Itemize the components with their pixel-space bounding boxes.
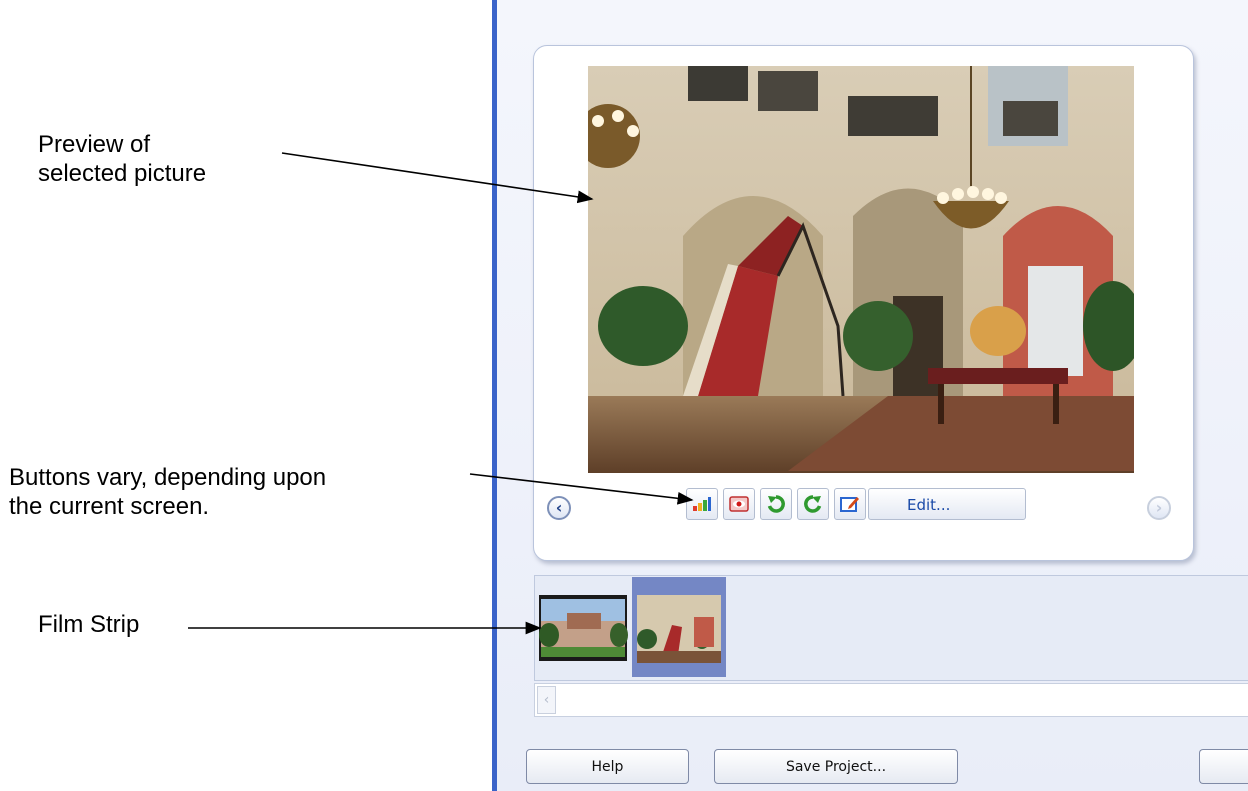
annotation-filmstrip: Film Strip xyxy=(38,610,139,639)
rotate-right-button[interactable] xyxy=(797,488,829,520)
filmstrip-scrollbar[interactable] xyxy=(534,683,1248,717)
annotation-preview-line1: Preview of xyxy=(38,131,151,158)
auto-adjust-button[interactable] xyxy=(686,488,718,520)
edit-picture-icon xyxy=(840,497,859,512)
annotation-buttons: Buttons vary, depending upon the current… xyxy=(9,463,326,521)
annotation-buttons-line1: Buttons vary, depending upon xyxy=(9,464,327,491)
chevron-left-icon: ‹ xyxy=(543,692,550,708)
red-eye-button[interactable] xyxy=(723,488,755,520)
annotation-preview-line2: selected picture xyxy=(38,160,207,187)
mansion-exterior-thumbnail xyxy=(539,595,628,661)
grand-hall-thumbnail xyxy=(637,595,721,663)
annotation-filmstrip-line1: Film Strip xyxy=(38,611,140,638)
auto-adjust-icon xyxy=(693,497,711,511)
red-eye-icon xyxy=(729,496,749,512)
rotate-left-button[interactable] xyxy=(760,488,792,520)
help-button[interactable]: Help xyxy=(526,749,689,784)
chevron-left-icon: ‹ xyxy=(555,498,563,517)
save-project-button[interactable]: Save Project... xyxy=(714,749,958,784)
edit-icon-button[interactable] xyxy=(834,488,866,520)
scroll-left-button[interactable]: ‹ xyxy=(537,686,556,714)
rotate-right-icon xyxy=(804,495,822,513)
edit-button[interactable]: Edit... xyxy=(868,488,1026,520)
next-button[interactable] xyxy=(1199,749,1248,784)
save-project-button-label: Save Project... xyxy=(785,758,887,775)
annotation-preview: Preview of selected picture xyxy=(38,130,206,188)
filmstrip-thumbnail-selected[interactable] xyxy=(632,577,726,677)
annotation-buttons-line2: the current screen. xyxy=(9,493,210,520)
rotate-left-icon xyxy=(767,495,785,513)
preview-photo xyxy=(588,66,1134,473)
next-picture-button[interactable]: › xyxy=(1147,496,1171,520)
filmstrip-thumbnail[interactable] xyxy=(537,577,629,677)
grand-hall-image xyxy=(588,66,1134,473)
previous-picture-button[interactable]: ‹ xyxy=(547,496,571,520)
chevron-right-icon: › xyxy=(1155,498,1163,517)
help-button-label: Help xyxy=(591,758,624,775)
edit-button-label: Edit... xyxy=(907,496,951,514)
